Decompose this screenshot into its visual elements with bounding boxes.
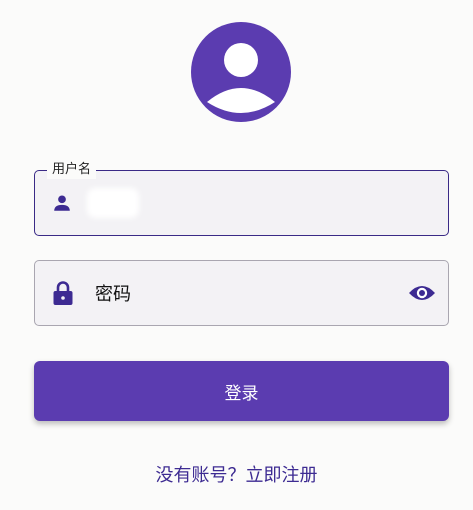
login-button[interactable]: 登录 bbox=[34, 361, 449, 421]
username-field[interactable]: 用户名 bbox=[34, 161, 449, 236]
password-field[interactable]: 密码 bbox=[34, 260, 449, 326]
register-link[interactable]: 没有账号？立即注册 bbox=[0, 461, 473, 487]
eye-icon[interactable] bbox=[408, 283, 436, 303]
password-input[interactable]: 密码 bbox=[95, 280, 131, 306]
user-avatar-icon bbox=[191, 22, 291, 122]
lock-icon bbox=[51, 280, 75, 306]
person-icon bbox=[51, 192, 73, 214]
username-input[interactable] bbox=[87, 188, 139, 218]
username-label: 用户名 bbox=[47, 161, 97, 179]
